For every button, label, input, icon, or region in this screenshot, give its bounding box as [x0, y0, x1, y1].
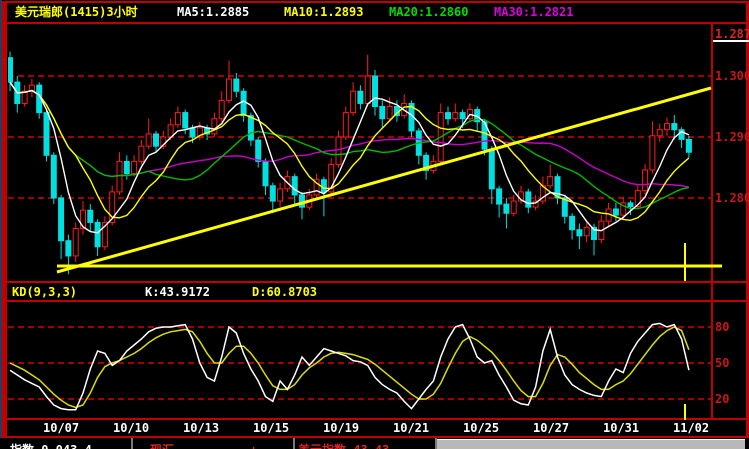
- chart-bottom-border: [2, 281, 746, 283]
- date-label: 11/02: [673, 421, 710, 435]
- status-divider: [131, 438, 133, 449]
- ma5-value-label: MA5:1.2885: [177, 5, 250, 19]
- date-label: 10/15: [253, 421, 290, 435]
- status-divider: [293, 438, 295, 449]
- instrument-title: 美元瑞郎(1415)3小时: [15, 5, 138, 19]
- ma10-value-label: MA10:1.2893: [284, 5, 364, 19]
- status-gray-panel[interactable]: [437, 439, 745, 449]
- kd-k-value-label: K:43.9172: [145, 285, 211, 299]
- status-right-quote-fragment: 美元指数 43.43: [298, 443, 389, 449]
- candlestick-chart-canvas[interactable]: [8, 24, 711, 281]
- last-price-tag: 1.2875: [715, 27, 749, 41]
- price-tick-12800: 1.2800: [715, 191, 749, 205]
- ma30-value-label: MA30:1.2821: [494, 5, 574, 19]
- kd-bottom-border: [2, 418, 746, 420]
- kd-d-value-label: D:60.8703: [252, 285, 318, 299]
- date-label: 10/10: [113, 421, 150, 435]
- date-label: 10/07: [43, 421, 80, 435]
- axis-divider-line: [711, 24, 713, 418]
- kd-indicator-name[interactable]: KD(9,3,3): [12, 285, 77, 299]
- ma20-value-label: MA20:1.2860: [389, 5, 469, 19]
- date-label: 10/21: [393, 421, 430, 435]
- frame-left-strip: [2, 1, 7, 449]
- kd-tick-80: 80: [715, 320, 730, 334]
- status-mid-quote-fragment: 现汇: [150, 443, 174, 449]
- kd-tick-20: 20: [715, 392, 730, 406]
- date-label: 10/19: [323, 421, 360, 435]
- price-tick-12900: 1.2900: [715, 130, 749, 144]
- frame-top-line: [2, 1, 746, 3]
- kd-oscillator-canvas[interactable]: [8, 301, 711, 418]
- date-label: 10/25: [463, 421, 500, 435]
- price-tag-underline: [713, 40, 749, 42]
- status-bar: 指数 0.043 4 现汇 + 美元指数 43.43: [0, 438, 749, 449]
- status-left-quote-fragment: 指数 0.043 4: [10, 443, 92, 449]
- status-mid-plus-fragment: +: [250, 443, 257, 449]
- kd-tick-50: 50: [715, 356, 730, 370]
- price-tick-13000: 1.3000: [715, 69, 749, 83]
- trading-app-window: 美元瑞郎(1415)3小时 MA5:1.2885 MA10:1.2893 MA2…: [0, 0, 749, 449]
- date-label: 10/27: [533, 421, 570, 435]
- date-label: 10/13: [183, 421, 220, 435]
- date-label: 10/31: [603, 421, 640, 435]
